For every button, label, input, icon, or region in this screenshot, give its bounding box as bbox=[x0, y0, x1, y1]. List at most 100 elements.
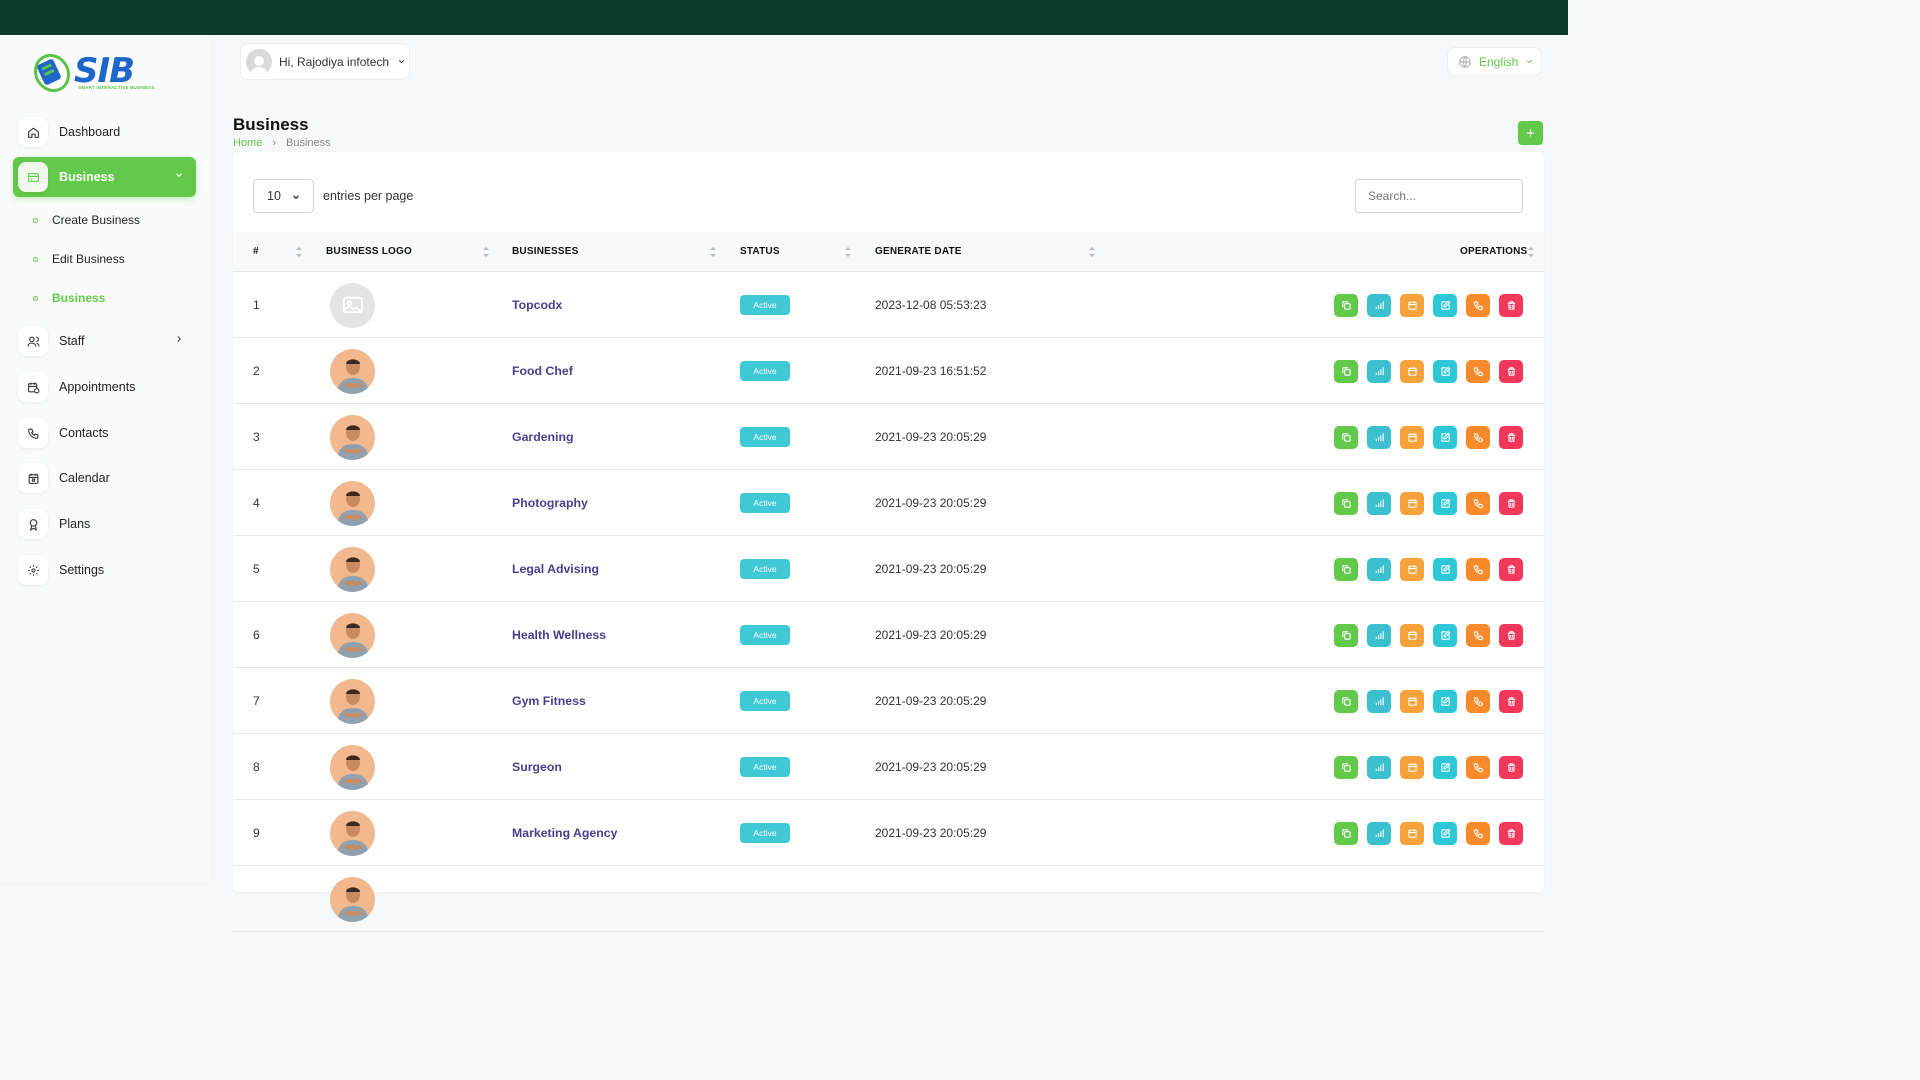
generate-date: 2021-09-23 20:05:29 bbox=[875, 826, 987, 840]
copy-button[interactable] bbox=[1334, 425, 1358, 449]
sidebar-subitem-business[interactable]: Business bbox=[33, 291, 105, 305]
edit-button[interactable] bbox=[1433, 425, 1457, 449]
column-header-num[interactable]: # bbox=[253, 246, 259, 257]
calendar-button[interactable] bbox=[1400, 293, 1424, 317]
analytics-button[interactable] bbox=[1367, 755, 1391, 779]
search-input[interactable] bbox=[1355, 179, 1523, 213]
edit-button[interactable] bbox=[1433, 623, 1457, 647]
copy-button[interactable] bbox=[1334, 359, 1358, 383]
edit-button[interactable] bbox=[1433, 557, 1457, 581]
copy-button[interactable] bbox=[1334, 623, 1358, 647]
phone-button[interactable] bbox=[1466, 689, 1490, 713]
trash-button[interactable] bbox=[1499, 689, 1523, 713]
sort-icon[interactable] bbox=[844, 246, 852, 258]
copy-button[interactable] bbox=[1334, 293, 1358, 317]
copy-button[interactable] bbox=[1334, 557, 1358, 581]
brand-logo[interactable]: SIB SMART INTERACTIVE BUSINESS bbox=[30, 41, 170, 97]
sidebar-item-dashboard[interactable]: Dashboard bbox=[13, 112, 196, 152]
analytics-button[interactable] bbox=[1367, 821, 1391, 845]
language-select[interactable]: English bbox=[1447, 47, 1542, 76]
business-name-link[interactable]: Health Wellness bbox=[512, 602, 606, 668]
user-menu[interactable]: Hi, Rajodiya infotech bbox=[240, 43, 410, 80]
column-header-businesses[interactable]: BUSINESSES bbox=[512, 246, 578, 257]
sort-icon[interactable] bbox=[295, 246, 303, 258]
status-cell: Active bbox=[740, 404, 790, 470]
business-name-link[interactable]: Marketing Agency bbox=[512, 800, 617, 866]
edit-button[interactable] bbox=[1433, 293, 1457, 317]
trash-button[interactable] bbox=[1499, 293, 1523, 317]
sidebar-item-calendar[interactable]: Calendar bbox=[13, 458, 196, 498]
edit-button[interactable] bbox=[1433, 689, 1457, 713]
calendar-button[interactable] bbox=[1400, 821, 1424, 845]
trash-icon bbox=[1506, 828, 1517, 839]
calendar-button[interactable] bbox=[1400, 623, 1424, 647]
phone-button[interactable] bbox=[1466, 623, 1490, 647]
column-header-operations[interactable]: OPERATIONS bbox=[1460, 246, 1527, 257]
trash-button[interactable] bbox=[1499, 491, 1523, 515]
trash-button[interactable] bbox=[1499, 425, 1523, 449]
copy-button[interactable] bbox=[1334, 755, 1358, 779]
sort-icon[interactable] bbox=[709, 246, 717, 258]
calendar-button[interactable] bbox=[1400, 755, 1424, 779]
sidebar-item-staff[interactable]: Staff bbox=[13, 321, 196, 361]
copy-button[interactable] bbox=[1334, 821, 1358, 845]
column-header-status[interactable]: STATUS bbox=[740, 246, 780, 257]
calendar-button[interactable] bbox=[1400, 689, 1424, 713]
column-header-generate-date[interactable]: GENERATE DATE bbox=[875, 246, 962, 257]
business-name-link[interactable]: Gym Fitness bbox=[512, 668, 586, 734]
analytics-button[interactable] bbox=[1367, 557, 1391, 581]
business-name-link[interactable]: Food Chef bbox=[512, 338, 573, 404]
edit-button[interactable] bbox=[1433, 755, 1457, 779]
trash-button[interactable] bbox=[1499, 755, 1523, 779]
phone-button[interactable] bbox=[1466, 293, 1490, 317]
entries-per-page-select[interactable]: 10 bbox=[253, 179, 314, 213]
calendar-button[interactable] bbox=[1400, 359, 1424, 383]
phone-button[interactable] bbox=[1466, 491, 1490, 515]
phone-button[interactable] bbox=[1466, 557, 1490, 581]
analytics-button[interactable] bbox=[1367, 293, 1391, 317]
calendar-button[interactable] bbox=[1400, 557, 1424, 581]
sidebar-item-settings[interactable]: Settings bbox=[13, 550, 196, 590]
sort-icon[interactable] bbox=[1527, 246, 1535, 258]
phone-button[interactable] bbox=[1466, 425, 1490, 449]
trash-button[interactable] bbox=[1499, 359, 1523, 383]
calendar-button[interactable] bbox=[1400, 491, 1424, 515]
trash-button[interactable] bbox=[1499, 557, 1523, 581]
sidebar-subitem-create-business[interactable]: Create Business bbox=[33, 213, 140, 227]
phone-button[interactable] bbox=[1466, 755, 1490, 779]
business-name-link[interactable]: Topcodx bbox=[512, 272, 562, 338]
column-header-logo[interactable]: BUSINESS LOGO bbox=[326, 246, 412, 257]
sort-icon[interactable] bbox=[1088, 246, 1096, 258]
edit-button[interactable] bbox=[1433, 491, 1457, 515]
business-name-link[interactable]: Legal Advising bbox=[512, 536, 599, 602]
sort-icon[interactable] bbox=[482, 246, 490, 258]
chevron-down-icon bbox=[176, 173, 182, 177]
phone-icon bbox=[1473, 564, 1484, 575]
copy-button[interactable] bbox=[1334, 689, 1358, 713]
edit-button[interactable] bbox=[1433, 821, 1457, 845]
trash-button[interactable] bbox=[1499, 821, 1523, 845]
business-name-link[interactable]: Gardening bbox=[512, 404, 574, 470]
analytics-button[interactable] bbox=[1367, 491, 1391, 515]
sidebar-item-plans[interactable]: Plans bbox=[13, 504, 196, 544]
status-cell: Active bbox=[740, 800, 790, 866]
analytics-button[interactable] bbox=[1367, 425, 1391, 449]
bullet-icon bbox=[33, 217, 38, 223]
sidebar-item-business[interactable]: Business bbox=[13, 157, 196, 197]
sidebar-item-contacts[interactable]: Contacts bbox=[13, 413, 196, 453]
phone-button[interactable] bbox=[1466, 359, 1490, 383]
phone-button[interactable] bbox=[1466, 821, 1490, 845]
analytics-button[interactable] bbox=[1367, 623, 1391, 647]
business-name-link[interactable]: Photography bbox=[512, 470, 588, 536]
analytics-button[interactable] bbox=[1367, 359, 1391, 383]
add-business-button[interactable]: + bbox=[1518, 121, 1543, 145]
edit-button[interactable] bbox=[1433, 359, 1457, 383]
copy-button[interactable] bbox=[1334, 491, 1358, 515]
breadcrumb-home[interactable]: Home bbox=[233, 137, 262, 149]
business-name-link[interactable]: Surgeon bbox=[512, 734, 562, 800]
trash-button[interactable] bbox=[1499, 623, 1523, 647]
sidebar-item-appointments[interactable]: Appointments bbox=[13, 367, 196, 407]
analytics-button[interactable] bbox=[1367, 689, 1391, 713]
calendar-button[interactable] bbox=[1400, 425, 1424, 449]
sidebar-subitem-edit-business[interactable]: Edit Business bbox=[33, 252, 125, 266]
